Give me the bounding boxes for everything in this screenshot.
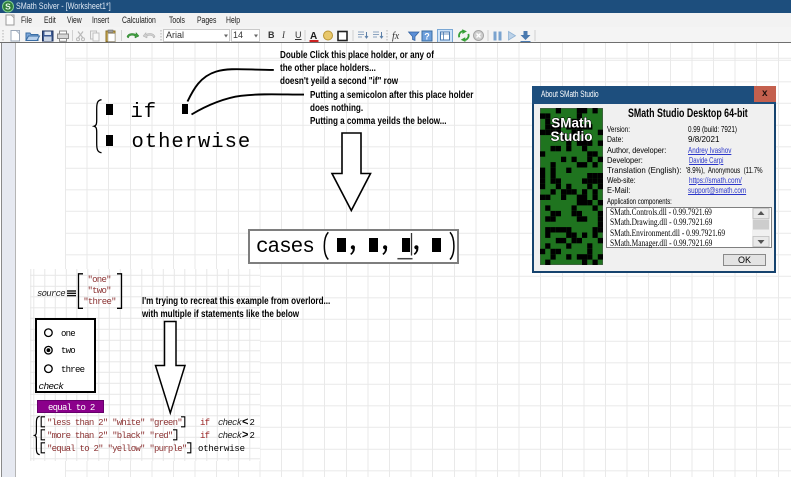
svg-text:Studio: Studio [551, 129, 593, 144]
